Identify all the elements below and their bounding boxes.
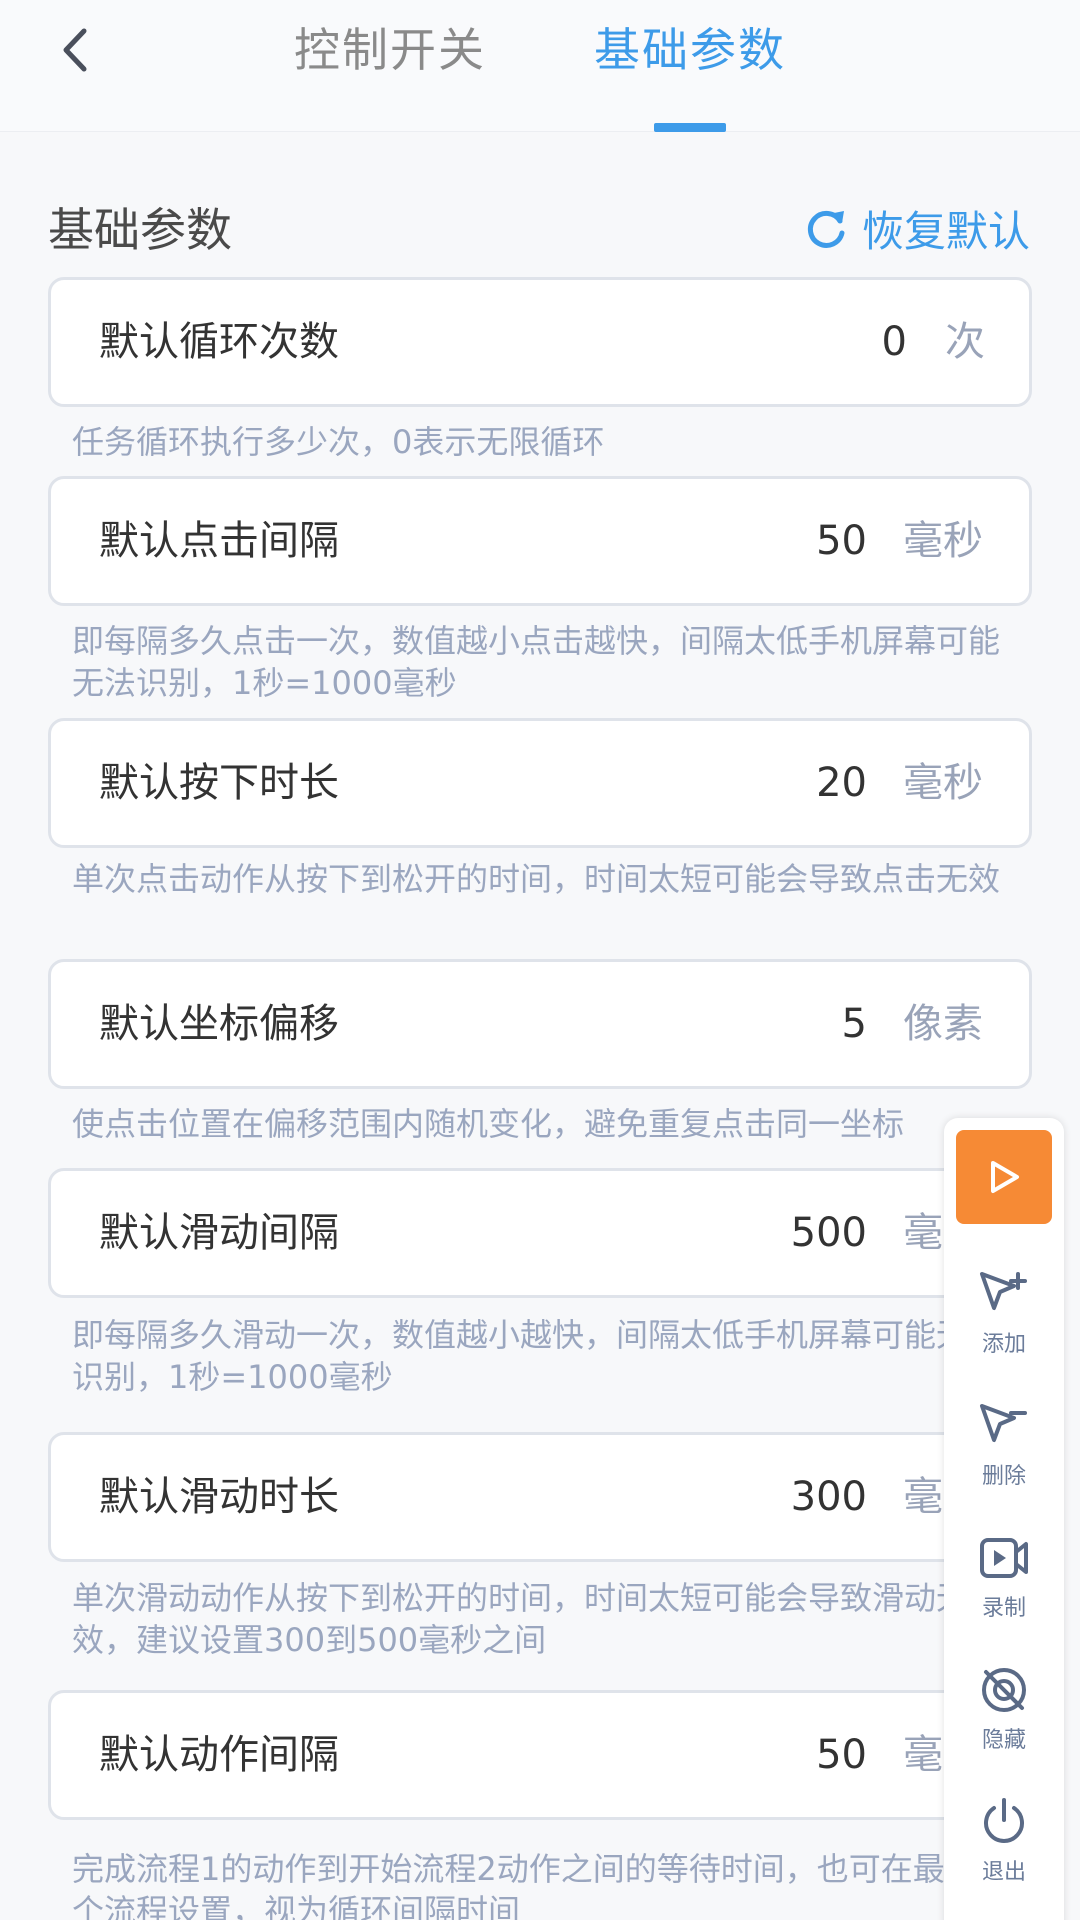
setting-unit: 像素 — [903, 1001, 983, 1047]
setting-value-input[interactable]: 0 — [882, 280, 907, 404]
setting-click-interval[interactable]: 默认点击间隔 50 毫秒 — [48, 476, 1032, 606]
setting-unit: 毫秒 — [903, 518, 983, 564]
setting-label: 默认滑动间隔 — [99, 1210, 339, 1256]
setting-hint: 单次点击动作从按下到松开的时间，时间太短可能会导致点击无效 — [72, 860, 1001, 898]
top-bar: 控制开关 基础参数 — [0, 0, 1080, 132]
setting-value-input[interactable]: 50 — [816, 1693, 867, 1817]
play-icon — [991, 1161, 1019, 1193]
setting-hint: 单次滑动动作从按下到松开的时间，时间太短可能会导致滑动无效，建议设置300到50… — [72, 1579, 969, 1659]
toolbar-hide-label: 隐藏 — [981, 1728, 1026, 1753]
back-button[interactable] — [40, 20, 110, 80]
setting-swipe-interval[interactable]: 默认滑动间隔 500 毫秒 — [48, 1168, 1032, 1298]
toolbar-exit-label: 退出 — [981, 1860, 1026, 1885]
setting-press-duration[interactable]: 默认按下时长 20 毫秒 — [48, 718, 1032, 848]
setting-label: 默认滑动时长 — [99, 1474, 339, 1520]
section-title: 基础参数 — [48, 203, 232, 257]
setting-hint: 完成流程1的动作到开始流程2动作之间的等待时间，也可在最后一个流程设置，视为循环… — [72, 1850, 1009, 1920]
setting-label: 默认按下时长 — [99, 760, 339, 806]
setting-hint: 任务循环执行多少次，0表示无限循环 — [72, 423, 605, 461]
setting-swipe-duration[interactable]: 默认滑动时长 300 毫秒 — [48, 1432, 1032, 1562]
power-icon — [984, 1798, 1024, 1843]
add-cursor-icon — [980, 1272, 1027, 1310]
toolbar-exit-button[interactable]: 退出 — [944, 1798, 1064, 1908]
tab-control-switch[interactable]: 控制开关 — [294, 14, 486, 80]
setting-label: 默认点击间隔 — [99, 518, 339, 564]
restore-default-button[interactable]: 恢复默认 — [804, 198, 1030, 259]
setting-label: 默认动作间隔 — [99, 1732, 339, 1778]
refresh-icon — [807, 210, 845, 248]
toolbar-record-label: 录制 — [981, 1596, 1026, 1621]
toolbar-delete-label: 删除 — [981, 1464, 1026, 1489]
setting-label: 默认循环次数 — [99, 319, 339, 365]
toolbar-record-button[interactable]: 录制 — [944, 1534, 1064, 1644]
setting-value-input[interactable]: 5 — [842, 962, 867, 1086]
chevron-left-icon — [63, 28, 87, 72]
setting-value-input[interactable]: 300 — [791, 1435, 867, 1559]
setting-unit: 毫秒 — [903, 760, 983, 806]
remove-cursor-icon — [980, 1404, 1027, 1442]
toolbar-add-button[interactable]: 添加 — [944, 1270, 1064, 1380]
toolbar-delete-button[interactable]: 删除 — [944, 1402, 1064, 1512]
record-video-icon — [980, 1538, 1028, 1578]
hide-eye-icon — [982, 1668, 1026, 1712]
setting-value-input[interactable]: 50 — [816, 479, 867, 603]
setting-value-input[interactable]: 500 — [791, 1171, 867, 1295]
play-button[interactable] — [956, 1130, 1052, 1224]
toolbar-add-label: 添加 — [981, 1332, 1026, 1357]
active-tab-indicator — [654, 123, 726, 132]
setting-unit: 次 — [945, 319, 985, 365]
setting-value-input[interactable]: 20 — [816, 721, 867, 845]
tab-basic-params[interactable]: 基础参数 — [594, 14, 786, 80]
toolbar-hide-button[interactable]: 隐藏 — [944, 1666, 1064, 1776]
floating-toolbar: 添加 删除 录制 隐藏 退出 — [944, 1118, 1064, 1920]
restore-default-label: 恢复默认 — [861, 207, 1030, 256]
setting-hint: 即每隔多久滑动一次，数值越小越快，间隔太低手机屏幕可能无法识别，1秒=1000毫… — [72, 1316, 1001, 1396]
setting-action-interval[interactable]: 默认动作间隔 50 毫秒 — [48, 1690, 1032, 1820]
setting-loop-count[interactable]: 默认循环次数 0 次 — [48, 277, 1032, 407]
setting-label: 默认坐标偏移 — [99, 1001, 339, 1047]
setting-hint: 即每隔多久点击一次，数值越小点击越快，间隔太低手机屏幕可能无法识别，1秒=100… — [72, 622, 1001, 702]
setting-coord-offset[interactable]: 默认坐标偏移 5 像素 — [48, 959, 1032, 1089]
setting-hint: 使点击位置在偏移范围内随机变化，避免重复点击同一坐标 — [72, 1105, 905, 1143]
